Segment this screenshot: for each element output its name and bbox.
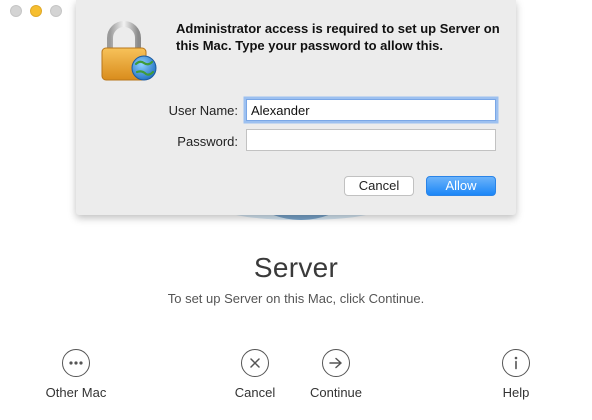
app-subtitle: To set up Server on this Mac, click Cont… [167,291,425,306]
cancel-button[interactable]: Cancel [344,176,414,196]
other-mac-button[interactable]: Other Mac [26,349,126,400]
user-name-label: User Name: [168,103,238,118]
arrow-right-circle-icon [322,349,350,377]
dialog-message: Administrator access is required to set … [176,21,500,53]
zoom-window-button[interactable] [50,5,62,17]
help-label: Help [502,385,530,400]
app-title: Server [253,252,339,283]
info-circle-icon [502,349,530,377]
close-window-button[interactable] [10,5,22,17]
padlock-globe-icon [101,21,157,81]
password-field[interactable] [246,129,496,151]
setup-window: Server To set up Server on this Mac, cli… [0,0,592,420]
help-button[interactable]: Help [466,349,566,400]
allow-button[interactable]: Allow [426,176,496,196]
ellipsis-circle-icon [62,349,90,377]
continue-label: Continue [309,385,363,400]
minimize-window-button[interactable] [30,5,42,17]
x-circle-icon [241,349,269,377]
window-controls [10,5,62,17]
continue-button[interactable]: Continue [286,349,386,400]
user-name-field[interactable] [246,99,496,121]
other-mac-label: Other Mac [45,385,107,400]
password-label: Password: [177,134,238,149]
admin-auth-sheet: Administrator access is required to set … [76,0,516,215]
